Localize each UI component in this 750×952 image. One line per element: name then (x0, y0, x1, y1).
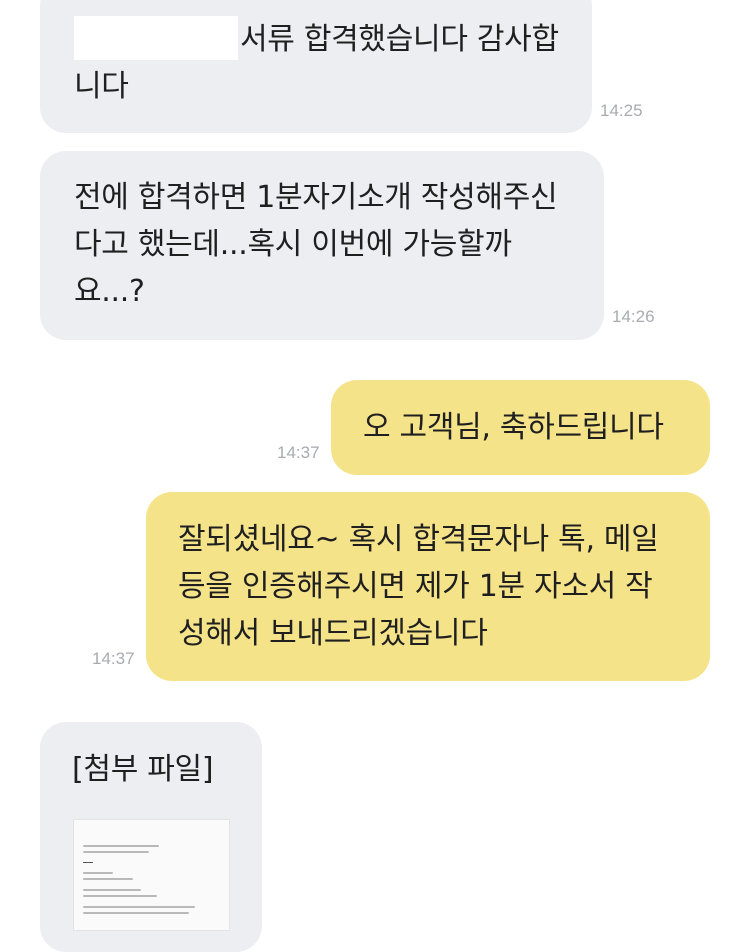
message-bubble-received-1[interactable]: 서류 합격했습니다 감사합 니다 (40, 0, 592, 133)
doc-line (83, 872, 113, 874)
message-line: 성해서 보내드리겠습니다 (178, 616, 488, 651)
timestamp: 14:37 (277, 443, 320, 462)
timestamp: 14:25 (600, 101, 643, 120)
message-line: 전에 합격하면 1분자기소개 작성해주신 (74, 180, 558, 215)
message-line: 니다 (74, 69, 129, 104)
message-line: 서류 합격했습니다 감사합 (74, 16, 592, 63)
doc-line (83, 912, 189, 914)
doc-line (83, 889, 141, 891)
attachment-label: [첨부 파일] (72, 752, 214, 787)
timestamp: 14:26 (612, 307, 655, 326)
doc-line (83, 851, 149, 853)
doc-rule (83, 862, 93, 863)
message-line: 요...? (74, 274, 145, 309)
doc-line (83, 895, 157, 897)
message-text: 서류 합격했습니다 감사합 (240, 22, 559, 57)
message-bubble-sent-1[interactable]: 오 고객님, 축하드립니다 (331, 380, 710, 475)
message-bubble-received-2[interactable]: 전에 합격하면 1분자기소개 작성해주신 다고 했는데...혹시 이번에 가능할… (40, 151, 604, 340)
doc-line (83, 878, 133, 880)
doc-line (83, 845, 159, 847)
timestamp: 14:37 (92, 649, 135, 668)
message-line: 등을 인증해주시면 제가 1분 자소서 작 (178, 569, 653, 604)
message-line: 오 고객님, 축하드립니다 (363, 410, 664, 445)
message-bubble-sent-2[interactable]: 잘되셨네요~ 혹시 합격문자나 톡, 메일 등을 인증해주시면 제가 1분 자소… (146, 492, 710, 681)
message-line: 다고 했는데...혹시 이번에 가능할까 (74, 227, 512, 262)
redacted-block (74, 16, 238, 60)
attachment-preview-thumbnail[interactable] (73, 819, 230, 931)
message-line: 잘되셨네요~ 혹시 합격문자나 톡, 메일 (178, 522, 659, 557)
doc-line (83, 906, 195, 908)
